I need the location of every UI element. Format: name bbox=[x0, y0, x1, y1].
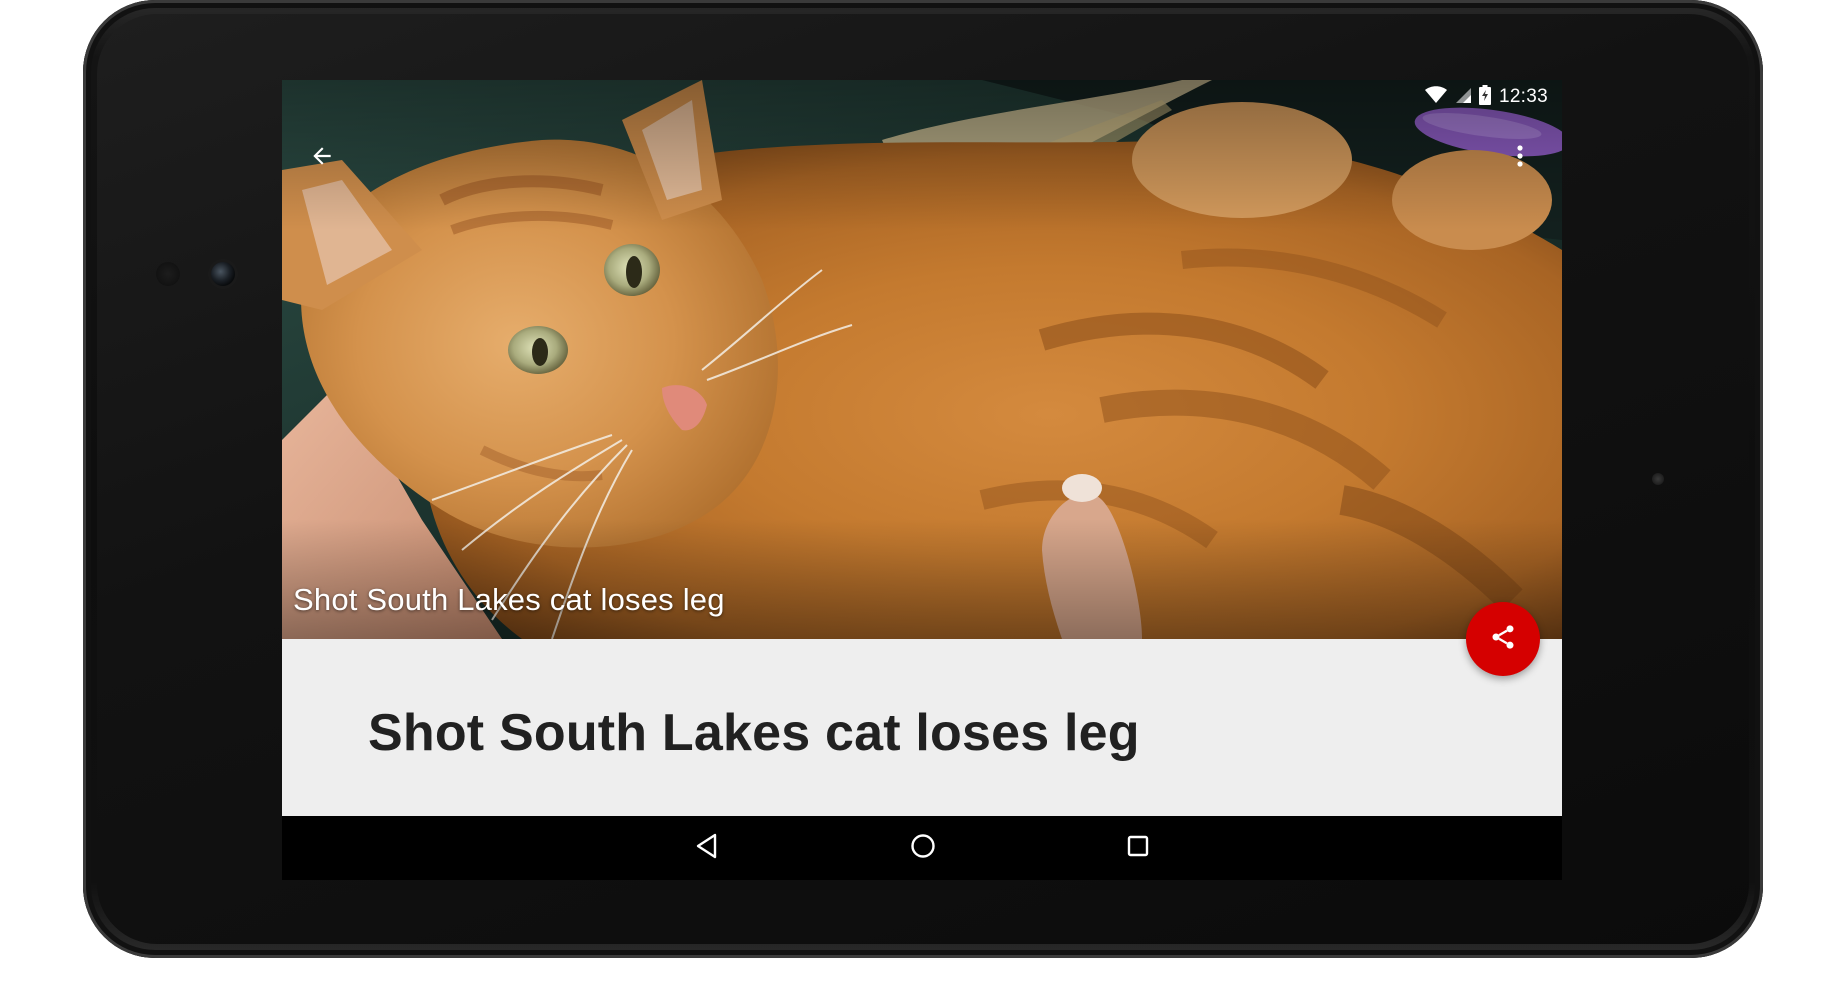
system-navigation-bar bbox=[282, 816, 1562, 880]
more-vert-icon bbox=[1516, 144, 1524, 173]
nav-home-icon bbox=[910, 833, 936, 864]
nav-back-button[interactable] bbox=[677, 826, 737, 870]
share-fab-button[interactable] bbox=[1466, 602, 1540, 676]
back-button[interactable] bbox=[300, 136, 344, 180]
nav-recents-button[interactable] bbox=[1108, 826, 1168, 870]
battery-charging-icon bbox=[1478, 84, 1491, 110]
overflow-menu-button[interactable] bbox=[1500, 136, 1540, 180]
device-screen: 12:33 Shot South Lakes cat loses leg Sho… bbox=[282, 80, 1562, 880]
article-title: Shot South Lakes cat loses leg bbox=[368, 704, 1140, 762]
nav-recents-icon bbox=[1126, 834, 1150, 863]
hero-bottom-scrim bbox=[282, 519, 1562, 639]
signal-icon bbox=[1455, 86, 1471, 109]
light-sensor bbox=[1652, 473, 1664, 485]
proximity-sensor bbox=[156, 262, 180, 286]
article-content: Shot South Lakes cat loses leg bbox=[282, 639, 1562, 816]
nav-home-button[interactable] bbox=[893, 826, 953, 870]
hero-image: 12:33 Shot South Lakes cat loses leg bbox=[282, 80, 1562, 639]
front-camera bbox=[211, 262, 235, 286]
arrow-back-icon bbox=[309, 143, 335, 174]
status-icons: 12:33 bbox=[1424, 84, 1548, 110]
status-bar: 12:33 bbox=[282, 80, 1562, 114]
device-frame-stage: 12:33 Shot South Lakes cat loses leg Sho… bbox=[0, 0, 1848, 986]
wifi-icon bbox=[1424, 85, 1447, 109]
nav-back-icon bbox=[695, 833, 719, 864]
share-icon bbox=[1489, 623, 1517, 656]
status-time: 12:33 bbox=[1498, 86, 1548, 107]
hero-caption: Shot South Lakes cat loses leg bbox=[293, 582, 725, 617]
